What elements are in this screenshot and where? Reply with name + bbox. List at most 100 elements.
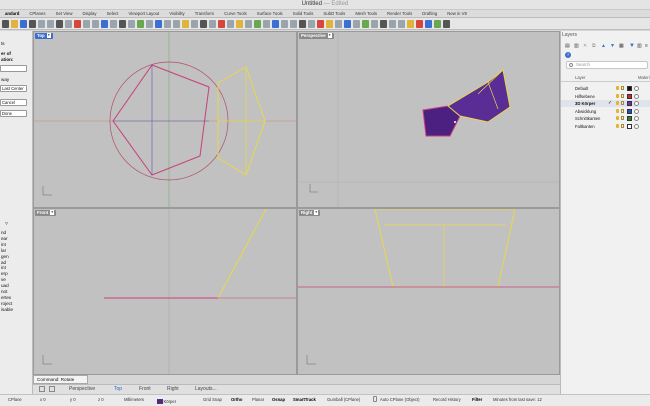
zoom-extents-icon[interactable]: [119, 20, 126, 28]
render-icon[interactable]: [407, 20, 414, 28]
layer-color-swatch[interactable]: [627, 101, 632, 106]
center-input[interactable]: [0, 65, 27, 72]
sphere-icon[interactable]: [254, 20, 261, 28]
layer-row[interactable]: 3D Körper ✓: [561, 100, 650, 107]
open-icon[interactable]: [11, 20, 18, 28]
osnap-item[interactable]: not: [1, 289, 7, 294]
fillet-icon[interactable]: [227, 20, 234, 28]
columns-icon[interactable]: ▥: [637, 43, 642, 49]
lock-icon[interactable]: [621, 93, 624, 98]
text-icon[interactable]: [218, 20, 225, 28]
osnap-toggle[interactable]: Osnap: [272, 397, 285, 402]
status-units[interactable]: Millimeters: [124, 397, 144, 402]
paste-icon[interactable]: [56, 20, 63, 28]
command-prompt[interactable]: Command: Rotate: [33, 375, 88, 384]
viewport-front[interactable]: Front ▾: [33, 208, 297, 375]
planar-toggle[interactable]: Planar: [252, 397, 264, 402]
extrude-icon[interactable]: [236, 20, 243, 28]
boolean-icon[interactable]: [272, 20, 279, 28]
visibility-bulb-icon[interactable]: [616, 108, 619, 113]
tab-front[interactable]: Front: [139, 386, 151, 392]
visibility-bulb-icon[interactable]: [616, 93, 619, 98]
material-icon[interactable]: [634, 123, 639, 129]
line-icon[interactable]: [155, 20, 162, 28]
environment-icon[interactable]: [425, 20, 432, 28]
material-icon[interactable]: [634, 116, 639, 121]
scale-icon[interactable]: [353, 20, 360, 28]
osnap-item[interactable]: ear: [1, 236, 8, 241]
toolbar-tab[interactable]: Viewport Layout: [129, 10, 160, 17]
osnap-item[interactable]: gen: [1, 254, 9, 259]
rotate-icon[interactable]: [344, 20, 351, 28]
record-history-toggle[interactable]: Record History: [433, 397, 461, 402]
filter-icon[interactable]: ▿: [5, 220, 8, 227]
rectangle-icon[interactable]: [200, 20, 207, 28]
arc-icon[interactable]: [191, 20, 198, 28]
lock-icon[interactable]: [373, 396, 377, 402]
osnap-item[interactable]: int: [1, 242, 6, 247]
layer-color-swatch[interactable]: [627, 116, 632, 121]
save-icon[interactable]: [20, 20, 27, 28]
material-icon[interactable]: [634, 108, 639, 114]
new-sublayer-icon[interactable]: ▥: [574, 43, 579, 49]
grid-icon[interactable]: [137, 20, 144, 28]
copy-icon[interactable]: [47, 20, 54, 28]
polygon-icon[interactable]: [209, 20, 216, 28]
undo-icon[interactable]: [65, 20, 72, 28]
tab-right[interactable]: Right: [167, 386, 179, 392]
delete-layer-icon[interactable]: ✕: [583, 43, 587, 49]
layer-row[interactable]: Faltkanten: [561, 123, 650, 130]
zoom-window-icon[interactable]: [110, 20, 117, 28]
layer-state-icon[interactable]: ▦: [619, 43, 624, 49]
pan-icon[interactable]: [83, 20, 90, 28]
polyline-icon[interactable]: [164, 20, 171, 28]
smarttrack-toggle[interactable]: SmartTrack: [293, 397, 316, 402]
viewport-right[interactable]: Right ▾: [297, 208, 560, 375]
curve-icon[interactable]: [173, 20, 180, 28]
toolbar-tab[interactable]: SubD Tools: [323, 10, 345, 17]
toolbar-tab[interactable]: Select: [107, 10, 119, 17]
ortho-toggle[interactable]: Ortho: [231, 397, 242, 402]
status-cplane[interactable]: CPlane: [8, 397, 22, 402]
layer-color-swatch[interactable]: [627, 93, 632, 99]
done-button[interactable]: Done: [0, 110, 27, 117]
dimension-icon[interactable]: [380, 20, 387, 28]
hatch-icon[interactable]: [389, 20, 396, 28]
grid-view-icon[interactable]: [39, 386, 45, 392]
menu-icon[interactable]: ≡: [645, 43, 648, 49]
last-center-button[interactable]: Last Center: [0, 85, 27, 92]
move-up-icon[interactable]: ▲: [601, 43, 606, 49]
single-view-icon[interactable]: [49, 386, 55, 392]
split-icon[interactable]: [281, 20, 288, 28]
zoom-icon[interactable]: [101, 20, 108, 28]
explode-icon[interactable]: [308, 20, 315, 28]
toolbar-tab[interactable]: Solid Tools: [293, 10, 314, 17]
material-icon[interactable]: [416, 20, 423, 28]
gumball-toggle[interactable]: Gumball (CPlane): [327, 397, 360, 402]
osnap-item[interactable]: erp: [1, 271, 8, 276]
move-icon[interactable]: [326, 20, 333, 28]
osnap-item[interactable]: roject: [1, 301, 12, 306]
print-icon[interactable]: [29, 20, 36, 28]
toolbar-tab[interactable]: Mesh Tools: [355, 10, 377, 17]
layer-color-swatch[interactable]: [627, 86, 632, 91]
osnap-item[interactable]: lar: [1, 248, 6, 253]
lock-icon[interactable]: [621, 116, 624, 120]
help-icon[interactable]: ?: [565, 52, 571, 58]
visibility-bulb-icon[interactable]: [616, 101, 619, 105]
layer-color-swatch[interactable]: [627, 108, 632, 114]
filter-toggle[interactable]: Filter: [472, 397, 482, 402]
visibility-bulb-icon[interactable]: [616, 123, 619, 128]
auto-cplane-toggle[interactable]: Auto CPlane (Object): [380, 397, 420, 402]
material-icon[interactable]: [634, 101, 639, 106]
osnap-item[interactable]: nd: [1, 230, 6, 235]
join-icon[interactable]: [299, 20, 306, 28]
osnap-disable[interactable]: isable: [1, 307, 13, 312]
move-down-icon[interactable]: ▼: [610, 43, 615, 49]
rotate-view-icon[interactable]: [92, 20, 99, 28]
point-icon[interactable]: [146, 20, 153, 28]
cut-icon[interactable]: [38, 20, 45, 28]
viewport-top[interactable]: Top ▾: [33, 31, 297, 208]
layer-row[interactable]: Hilfsebene: [561, 93, 650, 100]
new-layer-icon[interactable]: ▤: [565, 43, 570, 49]
